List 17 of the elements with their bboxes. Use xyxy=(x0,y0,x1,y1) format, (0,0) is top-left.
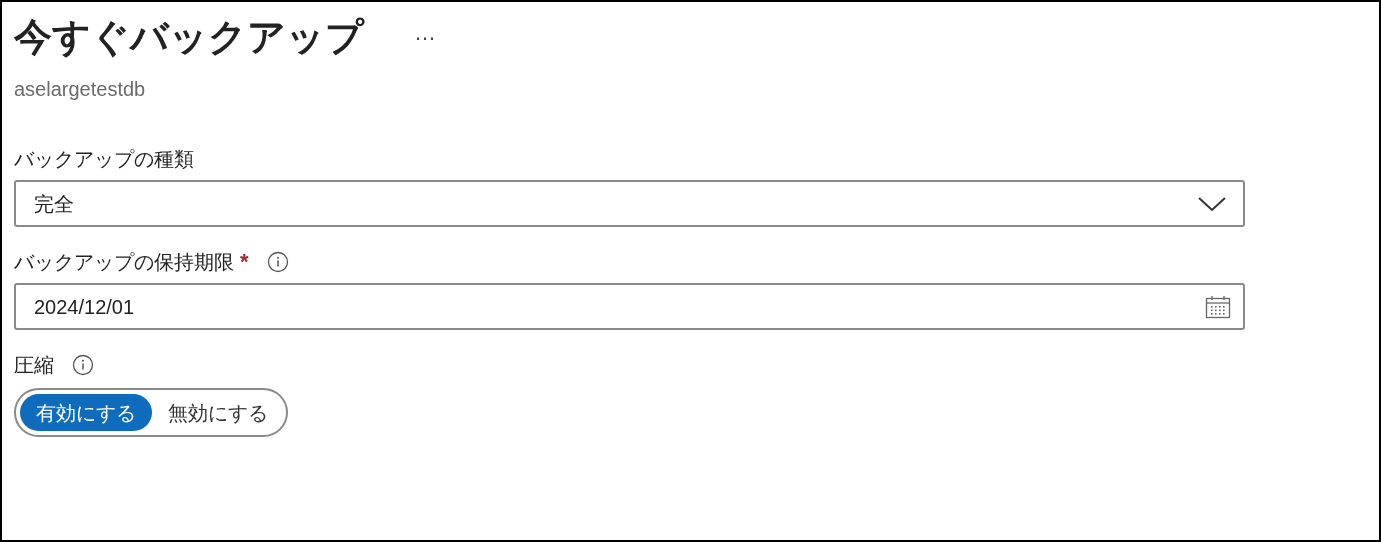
dropdown-field[interactable]: 完全 xyxy=(14,180,1245,227)
required-mark: * xyxy=(240,251,249,273)
info-icon[interactable] xyxy=(266,251,289,273)
field-label: バックアップの種類 xyxy=(14,147,194,172)
chevron-down-icon xyxy=(1197,194,1227,213)
toggle-option[interactable]: 無効にする xyxy=(154,394,282,431)
toggle-option[interactable]: 有効にする xyxy=(20,394,152,431)
field-label: バックアップの保持期限 xyxy=(14,250,234,275)
date-field[interactable]: 2024/12/01 xyxy=(14,283,1245,330)
page-subtitle: aselargetestdb xyxy=(14,77,147,102)
field-value: 2024/12/01 xyxy=(34,294,135,320)
page-title: 今すぐバックアップ xyxy=(14,18,364,56)
field-label: 圧縮 xyxy=(14,353,54,378)
more-button[interactable]: … xyxy=(410,22,440,52)
calendar-icon[interactable] xyxy=(1205,294,1231,319)
info-icon[interactable] xyxy=(72,354,94,376)
field-value: 完全 xyxy=(34,191,74,217)
